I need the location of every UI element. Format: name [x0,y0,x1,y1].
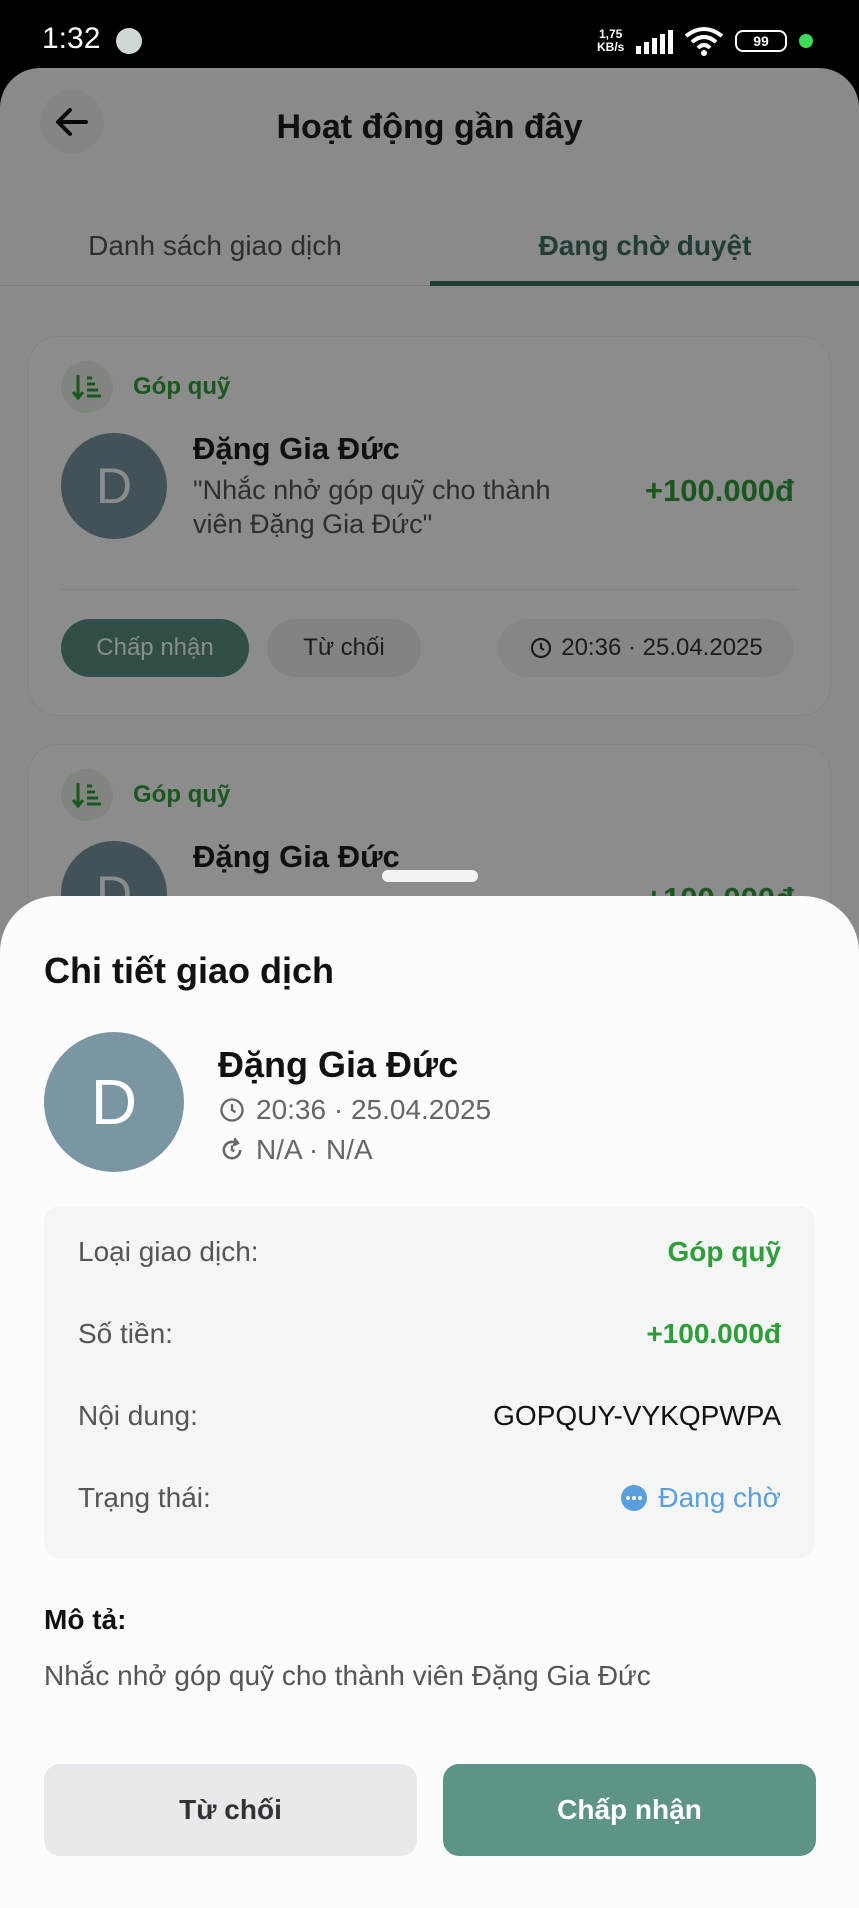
refresh-icon [222,1137,242,1160]
description-text: Nhắc nhở góp quỹ cho thành viên Đặng Gia… [44,1660,651,1691]
status-bar: 1:32 1,75 KB/s 99 [0,0,859,68]
status-badge: Đang chờ [620,1482,781,1514]
transaction-info-box: Loại giao dịch: Góp quỹ Số tiền: +100.00… [44,1206,815,1558]
recurring-info-text: N/A · N/A [256,1134,373,1165]
sheet-title: Chi tiết giao dịch [44,950,335,991]
info-row-status: Trạng thái: Đang chờ [78,1482,781,1522]
info-row-type: Loại giao dịch: Góp quỹ [78,1236,781,1276]
status-time: 1:32 [42,22,101,55]
transaction-time: 20:36 · 25.04.2025 [218,1094,491,1126]
info-value: GOPQUY-VYKQPWPA [493,1400,781,1431]
clock-icon [220,1098,244,1122]
member-name: Đặng Gia Đức [218,1044,459,1085]
info-value: +100.000đ [646,1318,781,1349]
description-label: Mô tả: [44,1604,127,1635]
info-row-content: Nội dung: GOPQUY-VYKQPWPA [78,1400,781,1440]
info-label: Số tiền: [78,1318,173,1349]
privacy-dot-icon [799,34,813,48]
more-dots-icon [621,1485,648,1511]
battery-indicator: 99 [735,30,787,52]
accept-button[interactable]: Chấp nhận [443,1764,816,1856]
transaction-detail-sheet: Chi tiết giao dịch D Đặng Gia Đức 20:36 … [0,896,859,1908]
recurring-info: N/A · N/A [218,1134,373,1166]
signal-icon [636,30,673,54]
reject-button[interactable]: Từ chối [44,1764,417,1856]
info-label: Loại giao dịch: [78,1236,259,1267]
wifi-icon [684,27,724,56]
sheet-drag-handle[interactable] [382,870,478,882]
status-text: Đang chờ [658,1482,781,1513]
info-label: Trạng thái: [78,1482,211,1513]
transaction-time-text: 20:36 · 25.04.2025 [256,1094,492,1125]
info-label: Nội dung: [78,1400,198,1431]
avatar: D [44,1032,184,1172]
app-notification-icon [116,28,142,54]
network-speed: 1,75 KB/s [597,28,624,54]
info-value: Góp quỹ [667,1236,781,1267]
network-speed-unit: KB/s [597,40,625,54]
info-row-amount: Số tiền: +100.000đ [78,1318,781,1358]
